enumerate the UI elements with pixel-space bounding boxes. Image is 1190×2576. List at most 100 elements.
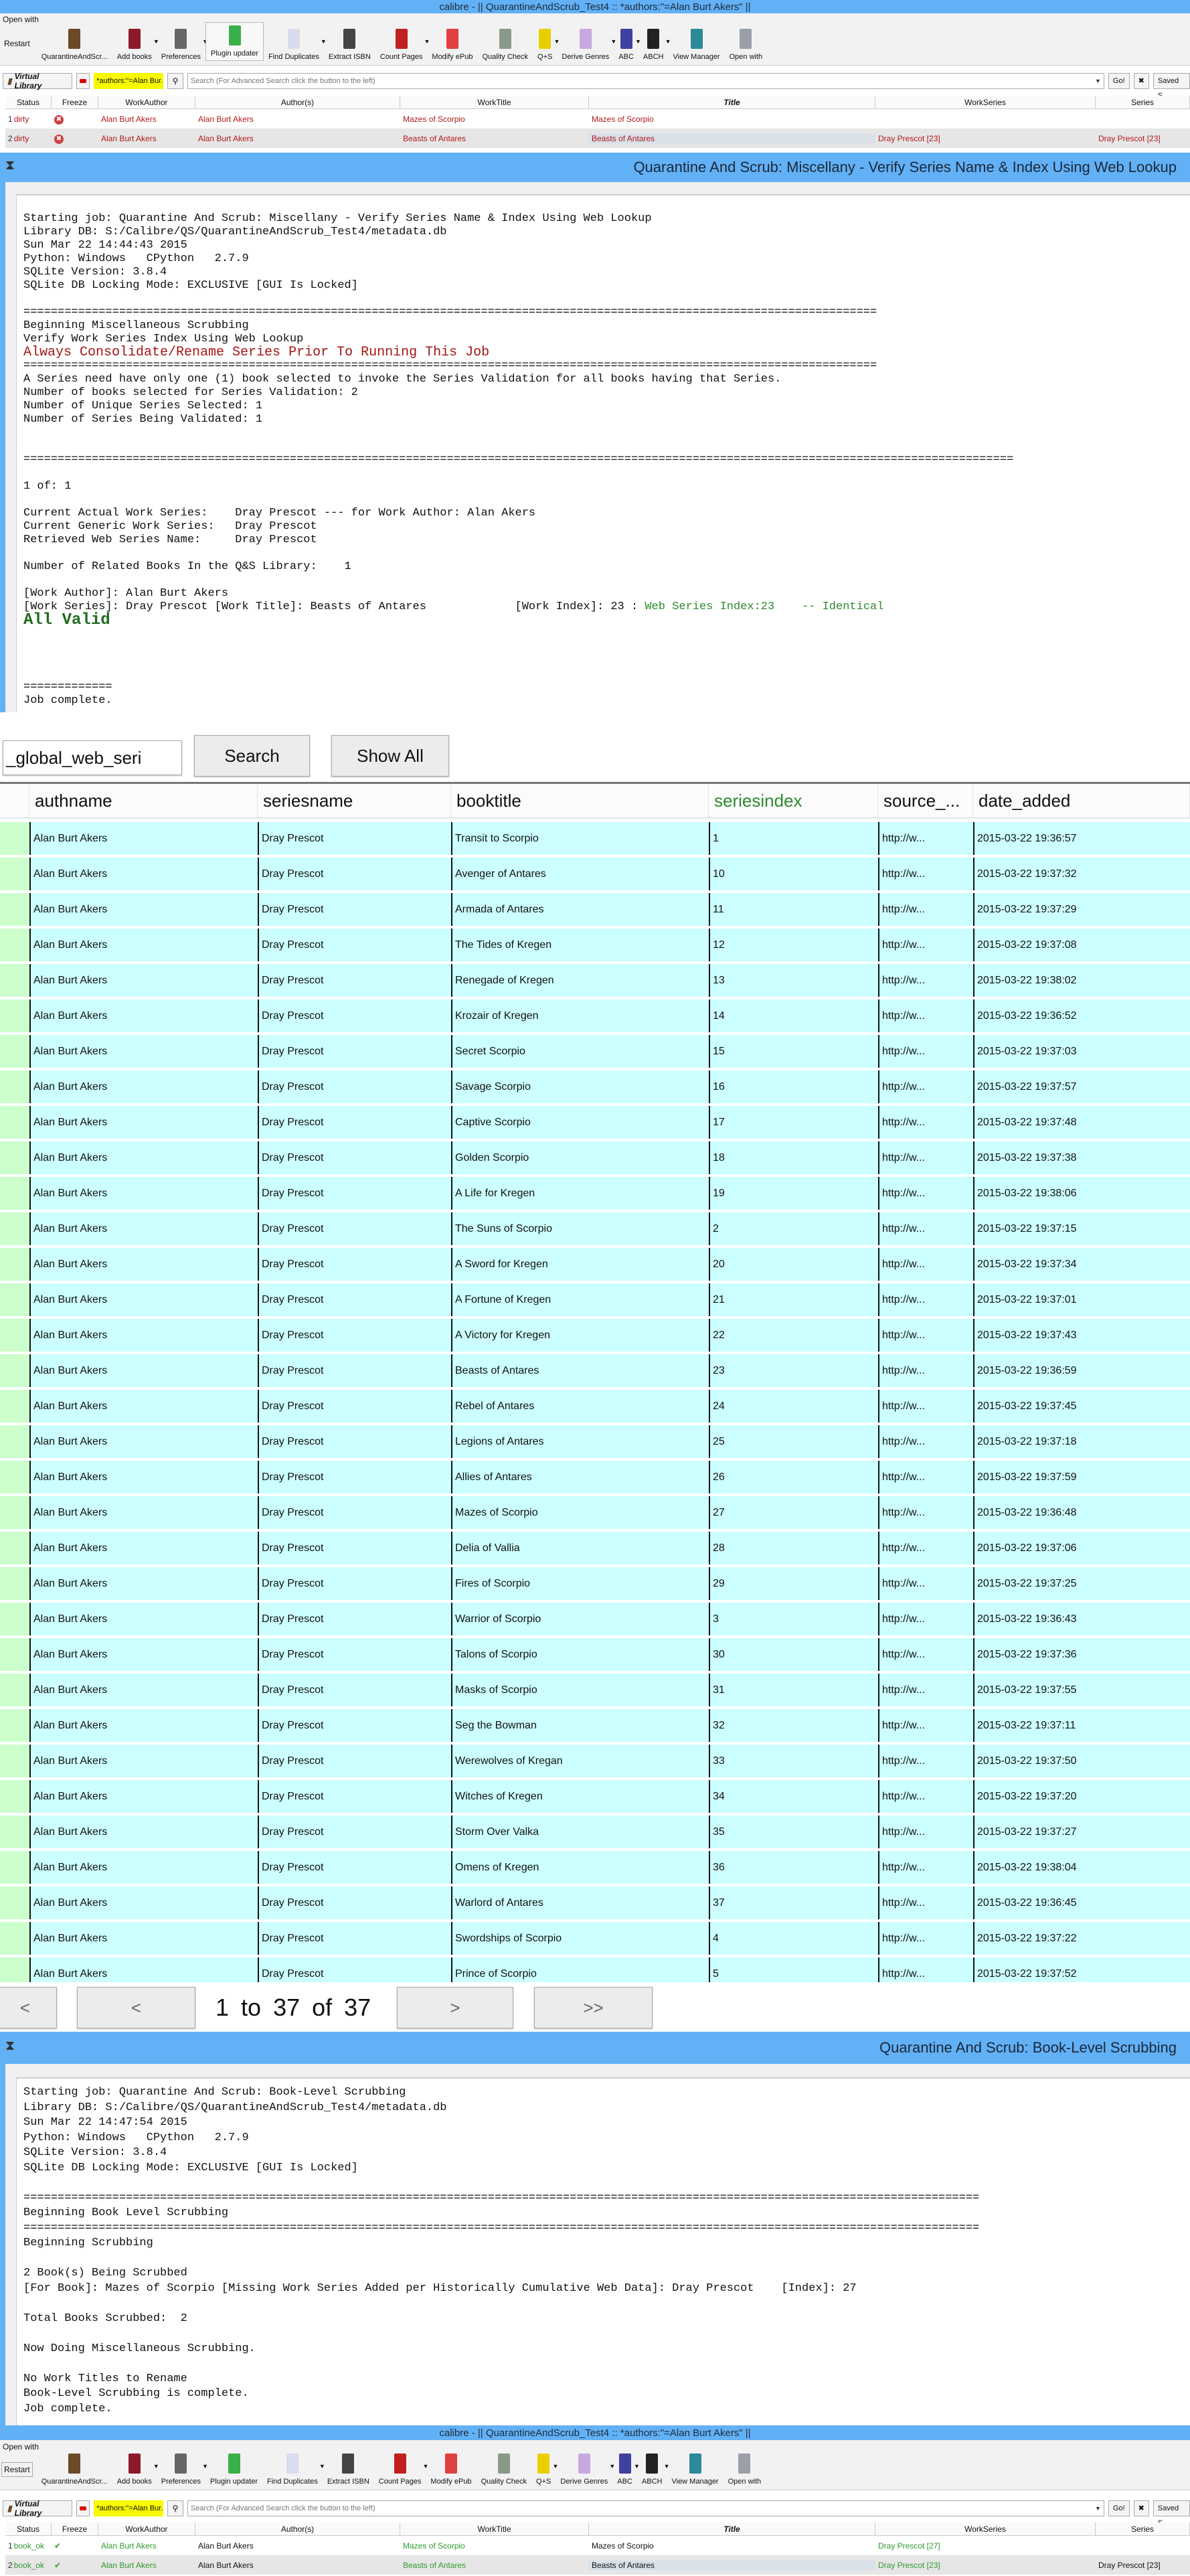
next-page-button[interactable]: > [397,1987,513,2028]
column-header-title[interactable]: Title [589,2522,875,2535]
row-marker[interactable] [0,999,29,1032]
column-header-authors[interactable]: Author(s) [195,2522,400,2535]
toolbar-button-quarantineandscr-[interactable]: QuarantineAndScr... [37,29,112,61]
row-marker[interactable] [0,1886,29,1919]
toolbar-button-quality-check[interactable]: Quality Check [478,29,533,61]
row-marker[interactable] [0,1212,29,1245]
row-marker[interactable] [0,1425,29,1458]
table-row[interactable]: Alan Burt Akers Dray Prescot A Sword for K… [0,1248,1190,1283]
row-marker[interactable] [0,1709,29,1742]
toolbar-button-q-s[interactable]: Q+S ▼ [531,2453,558,2486]
advanced-search-binoculars-icon[interactable]: ⚲ [167,73,183,89]
column-header-status[interactable]: Status [5,2522,52,2535]
table-row[interactable]: 1 book_ok ✔ Alan Burt Akers Alan Burt Akers M… [5,2536,1190,2555]
table-row[interactable]: Alan Burt Akers Dray Prescot Storm Over Va… [0,1816,1190,1851]
search-input[interactable]: Search (For Advanced Search click the bu… [187,2500,1104,2516]
saved-search-highlight[interactable]: *authors:"=Alan Bur... [94,2500,164,2516]
table-row[interactable]: Alan Burt Akers Dray Prescot The Suns of S… [0,1212,1190,1248]
toolbar-button-plugin-updater[interactable]: Plugin updater [205,22,264,61]
table-row[interactable]: Alan Burt Akers Dray Prescot Seg the Bowma… [0,1709,1190,1745]
toolbar-button-q-s[interactable]: Q+S ▼ [533,29,560,61]
restart-button[interactable]: Restart [1,36,33,51]
show-all-button[interactable]: Show All [331,735,449,777]
saved-searches-input[interactable]: Saved S [1153,73,1190,100]
toolbar-button-derive-genres[interactable]: Derive Genres ▼ [556,2453,615,2486]
chevron-down-icon[interactable]: ▼ [1095,74,1101,88]
row-marker[interactable] [0,1922,29,1955]
row-marker[interactable] [0,1567,29,1600]
column-header-worktitle[interactable]: WorkTitle [400,96,589,108]
search-button[interactable]: Search [194,735,310,777]
table-row[interactable]: Alan Burt Akers Dray Prescot Prince of Sco… [0,1957,1190,1982]
advanced-search-binoculars-icon[interactable]: ⚲ [167,2500,183,2516]
row-marker[interactable] [0,1319,29,1352]
column-header-freeze[interactable]: Freeze [52,96,98,108]
table-row[interactable]: Alan Burt Akers Dray Prescot Talons of Sco… [0,1638,1190,1674]
toolbar-button-modify-epub[interactable]: Modify ePub [427,29,477,61]
toolbar-button-abc[interactable]: ABC ▼ [614,29,641,61]
row-marker[interactable] [0,1141,29,1174]
toolbar-button-find-duplicates[interactable]: Find Duplicates ▼ [262,2453,325,2486]
clear-virtual-library-button[interactable] [76,73,90,89]
virtual-library-button[interactable]: ▮ Virtual Library [3,2499,73,2518]
table-row[interactable]: 2 book_ok ✔ Alan Burt Akers Alan Burt Akers B… [5,2555,1190,2575]
table-row[interactable]: Alan Burt Akers Dray Prescot Captive Scorp… [0,1106,1190,1141]
toolbar-button-open-with[interactable]: Open with [725,29,768,61]
row-marker[interactable] [0,893,29,926]
row-marker[interactable] [0,858,29,890]
toolbar-button-quality-check[interactable]: Quality Check [477,2453,531,2486]
table-row[interactable]: Alan Burt Akers Dray Prescot Warlord of An… [0,1886,1190,1922]
column-header-workauthor[interactable]: WorkAuthor [98,96,195,108]
table-row[interactable]: Alan Burt Akers Dray Prescot Golden Scorpi… [0,1141,1190,1177]
toolbar-button-open-with[interactable]: Open with [724,2453,766,2486]
toolbar-button-derive-genres[interactable]: Derive Genres ▼ [557,29,616,61]
table-row[interactable]: Alan Burt Akers Dray Prescot Savage Scorpi… [0,1070,1190,1106]
menu-open-with[interactable]: Open with [3,2442,39,2451]
column-header-seriesindex[interactable]: seriesindex [709,784,878,817]
column-header-status[interactable]: Status [5,96,52,108]
toolbar-button-preferences[interactable]: Preferences▼ [157,29,208,61]
toolbar-button-extract-isbn[interactable]: Extract ISBN [324,29,375,61]
table-row[interactable]: Alan Burt Akers Dray Prescot Armada of Ant… [0,893,1190,929]
clear-search-icon[interactable]: ✖ [1133,2500,1149,2516]
toolbar-button-add-books[interactable]: Add books ▼ [112,2453,159,2486]
column-header-workseries[interactable]: WorkSeries [875,96,1096,108]
row-marker[interactable] [0,964,29,997]
table-row[interactable]: Alan Burt Akers Dray Prescot A Life for Kr… [0,1177,1190,1212]
toolbar-button-quarantineandscr-[interactable]: QuarantineAndScr... [37,2453,112,2486]
row-marker[interactable] [0,1674,29,1706]
saved-search-highlight[interactable]: *authors:"=Alan Bur... [94,73,164,89]
table-row[interactable]: Alan Burt Akers Dray Prescot Werewolves of… [0,1745,1190,1780]
search-input[interactable]: Search (For Advanced Search click the bu… [187,73,1104,89]
table-row[interactable]: Alan Burt Akers Dray Prescot Masks of Scor… [0,1674,1190,1709]
column-header-worktitle[interactable]: WorkTitle [400,2522,589,2535]
table-row[interactable]: Alan Burt Akers Dray Prescot Allies of Ant… [0,1461,1190,1496]
toolbar-button-preferences[interactable]: Preferences▼ [157,2453,208,2486]
row-marker[interactable] [0,1496,29,1529]
row-marker[interactable] [0,1780,29,1813]
column-header-series[interactable]: Series [1096,96,1190,108]
row-marker[interactable] [0,1851,29,1884]
column-header-authname[interactable]: authname [29,784,258,817]
table-row[interactable]: 1 dirty ✖ Alan Burt Akers Alan Burt Akers Maz… [5,109,1190,129]
row-marker[interactable] [0,1248,29,1281]
table-row[interactable]: Alan Burt Akers Dray Prescot Krozair of Kr… [0,999,1190,1035]
table-row[interactable]: 2 dirty ✖ Alan Burt Akers Alan Burt Akers Bea… [5,129,1190,148]
column-header-freeze[interactable]: Freeze [52,2522,98,2535]
row-marker[interactable] [0,1957,29,1982]
table-row[interactable]: Alan Burt Akers Dray Prescot Omens of Kreg… [0,1851,1190,1886]
table-row[interactable]: Alan Burt Akers Dray Prescot Fires of Scor… [0,1567,1190,1603]
row-marker[interactable] [0,1035,29,1068]
row-marker[interactable] [0,1532,29,1564]
toolbar-button-abch[interactable]: ABCH ▼ [639,29,671,61]
table-row[interactable]: Alan Burt Akers Dray Prescot Warrior of Sc… [0,1603,1190,1638]
chevron-down-icon[interactable]: ▼ [1095,2501,1101,2516]
toolbar-button-count-pages[interactable]: Count Pages ▼ [374,2453,428,2486]
column-header-booktitle[interactable]: booktitle [451,784,709,817]
toolbar-button-find-duplicates[interactable]: Find Duplicates ▼ [264,29,327,61]
table-row[interactable]: Alan Burt Akers Dray Prescot Renegade of K… [0,964,1190,999]
table-row[interactable]: Alan Burt Akers Dray Prescot A Victory for… [0,1319,1190,1354]
row-marker[interactable] [0,1354,29,1387]
table-row[interactable]: Alan Burt Akers Dray Prescot Beasts of Ant… [0,1354,1190,1390]
table-search-input[interactable]: _global_web_seri [3,740,182,775]
